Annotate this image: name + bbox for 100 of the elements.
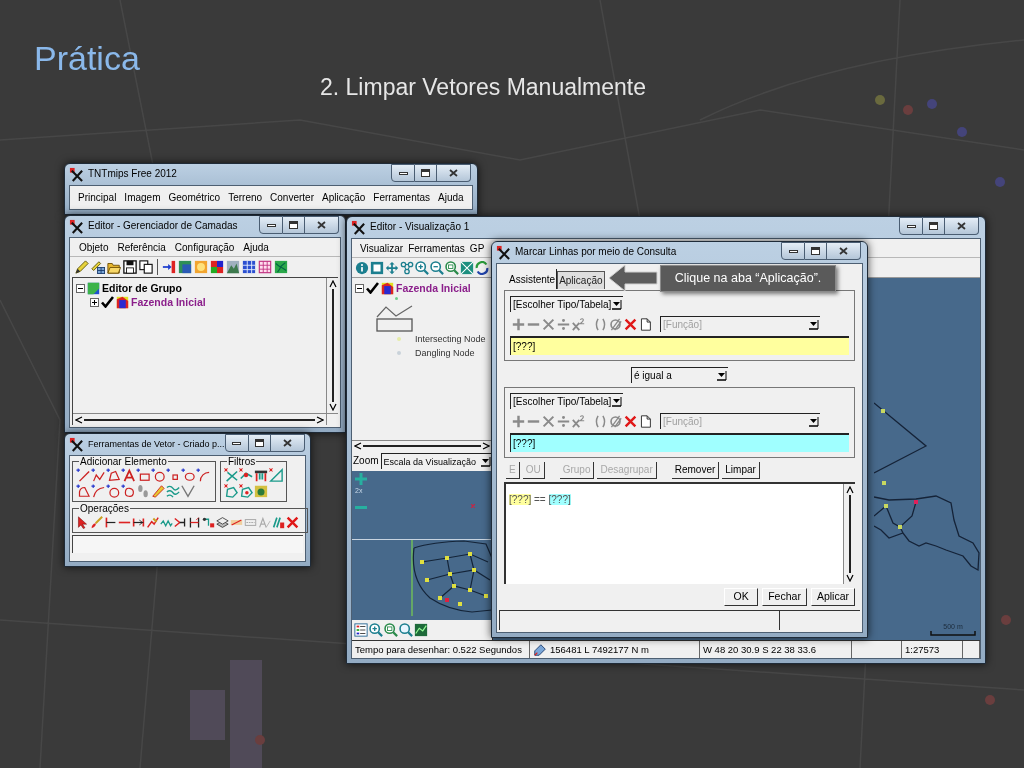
minimize-button[interactable]: [781, 242, 805, 260]
zoom-in-icon[interactable]: [369, 623, 383, 637]
add-polyline-icon[interactable]: [91, 468, 105, 482]
null-icon[interactable]: [609, 414, 622, 428]
zoom-box-icon[interactable]: [445, 260, 459, 275]
comparison-dropdown[interactable]: é igual a: [631, 367, 728, 383]
close-button[interactable]: [437, 164, 471, 182]
pan-icon[interactable]: [385, 260, 399, 275]
legend-list-icon[interactable]: [354, 623, 368, 637]
add-curve-icon[interactable]: [91, 484, 105, 498]
maximize-button[interactable]: [283, 216, 305, 234]
layers-icon[interactable]: [216, 515, 229, 529]
checkmark-icon[interactable]: [101, 296, 114, 308]
maximize-button[interactable]: [805, 242, 827, 260]
dialog-button[interactable]: Fechar: [762, 588, 807, 606]
join-icon[interactable]: [174, 515, 187, 529]
table-dropdown[interactable]: [Escolher Tipo/Tabela]: [510, 393, 623, 409]
menu-item[interactable]: Referência: [117, 240, 166, 254]
parentheses-icon[interactable]: [594, 317, 607, 331]
pencil-icon[interactable]: [75, 260, 89, 274]
menu-item[interactable]: Geométrico: [168, 191, 221, 204]
divide-icon[interactable]: [557, 414, 570, 428]
menu-item[interactable]: Configuração: [174, 240, 235, 254]
document-icon[interactable]: [639, 317, 652, 331]
multiply-icon[interactable]: [542, 414, 555, 428]
menu-item[interactable]: GP: [469, 241, 485, 255]
menu-item[interactable]: Principal: [78, 191, 117, 204]
filter-crossing-icon[interactable]: [224, 468, 238, 482]
line-bar-icon[interactable]: [104, 515, 117, 529]
close-button[interactable]: [270, 434, 305, 452]
dialog-button[interactable]: OK: [724, 588, 759, 606]
scroll-up-icon[interactable]: [845, 486, 854, 494]
table-grid-icon[interactable]: [258, 260, 272, 274]
zoom-box-icon[interactable]: [384, 623, 398, 637]
split-icon[interactable]: [188, 515, 201, 529]
tree-label[interactable]: Editor de Grupo: [102, 282, 182, 294]
horizontal-scrollbar[interactable]: [73, 413, 326, 425]
filter-polygon-icon[interactable]: [224, 484, 238, 498]
add-layer-icon[interactable]: [162, 260, 176, 274]
copy-pages-icon[interactable]: [139, 260, 153, 274]
expand-icon[interactable]: [90, 297, 99, 307]
minimize-button[interactable]: [391, 164, 415, 182]
menu-item[interactable]: Objeto: [79, 240, 109, 254]
menu-item[interactable]: Terreno: [228, 191, 263, 204]
add-line-icon[interactable]: [76, 468, 90, 482]
refresh-icon[interactable]: [475, 260, 489, 275]
close-button[interactable]: [305, 216, 339, 234]
menu-item[interactable]: Imagem: [124, 191, 161, 204]
plus-icon[interactable]: [512, 317, 525, 331]
close-button[interactable]: [827, 242, 861, 260]
scroll-up-icon[interactable]: [328, 280, 337, 288]
vertical-scrollbar[interactable]: [326, 278, 338, 413]
delete-icon[interactable]: [624, 317, 637, 331]
tab[interactable]: Aplicação: [557, 271, 605, 289]
zoom-dropdown[interactable]: Escala da Visualização: [380, 453, 492, 469]
add-ellipse-icon[interactable]: [181, 468, 195, 482]
maximize-button[interactable]: [923, 217, 945, 235]
footprints-icon[interactable]: [136, 484, 150, 498]
map-thumbnail-icon[interactable]: [414, 623, 428, 637]
add-polygon-icon[interactable]: [106, 468, 120, 482]
tab[interactable]: Assistente: [508, 269, 558, 289]
network-icon[interactable]: [400, 260, 414, 275]
brush-icon[interactable]: [90, 515, 103, 529]
scroll-left-icon[interactable]: [354, 442, 362, 450]
multiply-icon[interactable]: [542, 317, 555, 331]
wave-lines-icon[interactable]: [166, 484, 180, 498]
tree-label[interactable]: Fazenda Inicial: [396, 282, 471, 294]
minimize-button[interactable]: [259, 216, 283, 234]
add-blob-icon[interactable]: [121, 484, 135, 498]
delete-icon[interactable]: [624, 414, 637, 428]
delete-icon[interactable]: [286, 515, 299, 529]
menu-item[interactable]: Visualizar: [360, 241, 404, 255]
move-node-icon[interactable]: [202, 515, 215, 529]
minimize-button[interactable]: [899, 217, 923, 235]
add-arc-icon[interactable]: [196, 468, 210, 482]
query-text-area[interactable]: [???] == [???]: [504, 482, 855, 584]
slashes-block-icon[interactable]: [272, 515, 285, 529]
minimize-button[interactable]: [224, 434, 249, 452]
scroll-right-icon[interactable]: [482, 442, 490, 450]
crossed-square-icon[interactable]: [460, 260, 474, 275]
span-line-icon[interactable]: [132, 515, 145, 529]
color-squares-icon[interactable]: [210, 260, 224, 274]
null-icon[interactable]: [609, 317, 622, 331]
filter-island-icon[interactable]: [239, 484, 253, 498]
raster-layer-icon[interactable]: [178, 260, 192, 274]
add-ring-icon[interactable]: [106, 484, 120, 498]
zoom-out-icon[interactable]: [430, 260, 444, 275]
zoom-in-icon[interactable]: [415, 260, 429, 275]
close-button[interactable]: [945, 217, 979, 235]
divide-icon[interactable]: [557, 317, 570, 331]
maximize-button[interactable]: [415, 164, 437, 182]
scroll-down-icon[interactable]: [845, 574, 854, 582]
menu-item[interactable]: Ajuda: [438, 191, 464, 204]
scroll-left-icon[interactable]: [75, 415, 83, 424]
document-icon[interactable]: [639, 414, 652, 428]
pencil-line-icon[interactable]: [151, 484, 165, 498]
add-circle-icon[interactable]: [151, 468, 165, 482]
pencil-table-icon[interactable]: [91, 260, 105, 274]
value-field[interactable]: [???]: [510, 433, 849, 452]
filter-node-icon[interactable]: [239, 468, 253, 482]
